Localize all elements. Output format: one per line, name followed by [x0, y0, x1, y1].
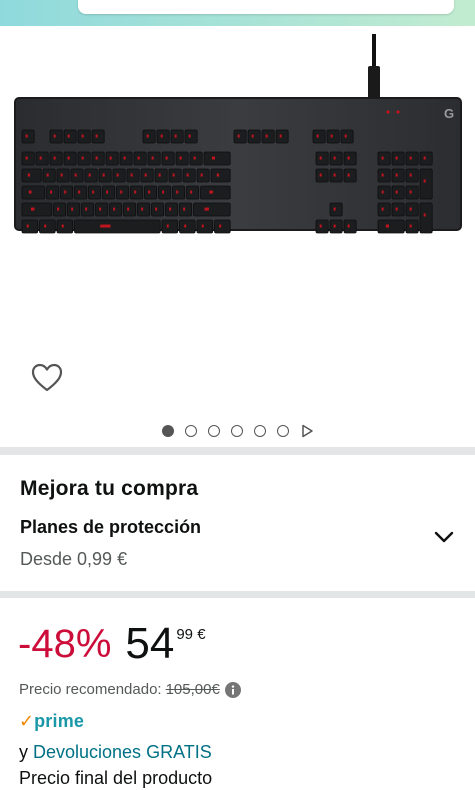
carousel-dot[interactable] — [184, 425, 197, 437]
carousel-dot[interactable] — [276, 425, 289, 437]
upgrade-section-title: Mejora tu compra — [20, 477, 199, 500]
carousel-dot[interactable] — [207, 425, 220, 437]
final-price-note: Precio final del producto — [19, 768, 213, 788]
product-image[interactable]: G — [0, 26, 475, 326]
discount-percentage: -48% — [18, 622, 112, 666]
price-block: -48% 54 99 € — [18, 618, 206, 674]
prime-logo: prime — [34, 710, 85, 731]
chevron-down-icon[interactable] — [432, 527, 456, 547]
video-play-icon[interactable] — [300, 424, 314, 438]
wishlist-heart-icon[interactable] — [30, 362, 64, 394]
keyboard-image: G — [14, 34, 462, 234]
free-returns-line: y Devoluciones GRATIS — [19, 742, 212, 763]
returns-prefix: y — [19, 742, 28, 762]
logitech-logo-icon: G — [444, 106, 454, 121]
free-returns-link[interactable]: Devoluciones GRATIS — [33, 742, 212, 762]
protection-plans-price: Desde 0,99 € — [20, 549, 128, 569]
recommended-price-label: Precio recomendado: — [19, 681, 162, 698]
section-divider — [0, 591, 475, 598]
image-carousel-indicator[interactable] — [0, 421, 475, 441]
price-whole: 54 — [125, 619, 175, 668]
info-icon[interactable] — [224, 681, 241, 698]
recommended-price: Precio recomendado: 105,00€ — [19, 681, 241, 698]
section-divider — [0, 447, 475, 455]
protection-plans-label[interactable]: Planes de protección — [20, 517, 201, 538]
prime-check-icon: ✓ — [19, 710, 35, 731]
recommended-price-value: 105,00€ — [165, 681, 220, 698]
header-bar — [0, 0, 475, 26]
search-box-edge[interactable] — [78, 0, 454, 14]
carousel-dot[interactable] — [161, 425, 174, 437]
carousel-dot[interactable] — [230, 425, 243, 437]
prime-badge: ✓ prime — [19, 710, 84, 732]
price-fraction: 99 € — [176, 626, 206, 643]
carousel-dot[interactable] — [253, 425, 266, 437]
